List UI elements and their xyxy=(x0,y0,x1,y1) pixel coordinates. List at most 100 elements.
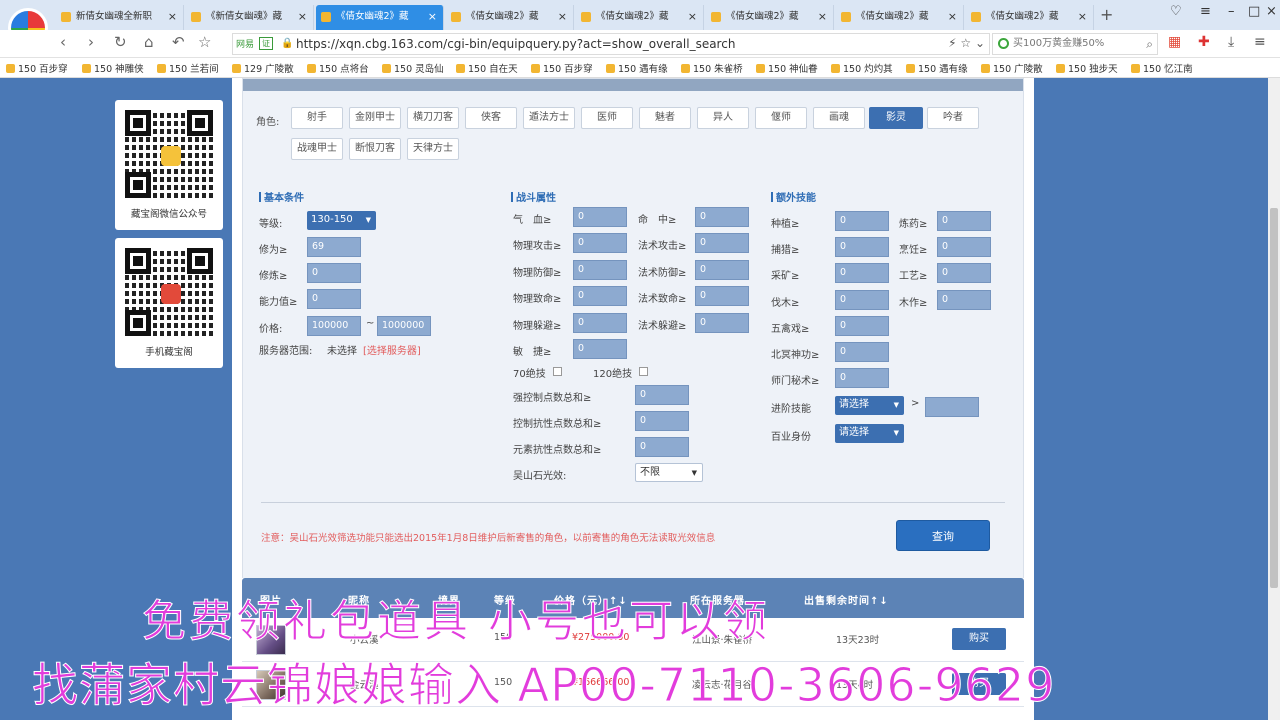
jinjie-select[interactable]: 请选择 ▼ xyxy=(835,396,904,415)
tab-3[interactable]: 《倩女幽魂2》藏 × xyxy=(446,5,574,30)
tab-7[interactable]: 《倩女幽魂2》藏 × xyxy=(966,5,1094,30)
buzhuo-input[interactable]: 0 xyxy=(835,237,889,257)
undo-icon[interactable]: ↶ xyxy=(172,33,185,51)
close-window-icon[interactable]: × xyxy=(1266,4,1277,19)
fazhi-input[interactable]: 0 xyxy=(695,286,749,306)
role-button[interactable]: 战魂甲士 xyxy=(291,138,343,160)
page-scrollbar[interactable] xyxy=(1268,78,1280,720)
tab-0[interactable]: 新倩女幽魂全新职 × xyxy=(56,5,184,30)
jueji120-checkbox[interactable] xyxy=(639,367,648,376)
role-button[interactable]: 天律方士 xyxy=(407,138,459,160)
bookmark-item[interactable]: 150 忆江南 xyxy=(1131,61,1193,75)
close-icon[interactable]: × xyxy=(818,5,827,29)
role-button[interactable]: 魅者 xyxy=(639,107,691,129)
zhongzhi-input[interactable]: 0 xyxy=(835,211,889,231)
close-icon[interactable]: × xyxy=(1078,5,1087,29)
close-icon[interactable]: × xyxy=(168,5,177,29)
pengren-input[interactable]: 0 xyxy=(937,237,991,257)
shimen-input[interactable]: 0 xyxy=(835,368,889,388)
dropdown-icon[interactable]: ⌄ xyxy=(975,36,985,50)
bookmark-item[interactable]: 150 自在天 xyxy=(456,61,518,75)
search-icon[interactable]: ⌕ xyxy=(1146,34,1153,54)
bookmark-item[interactable]: 150 灵岛仙 xyxy=(382,61,444,75)
qixue-input[interactable]: 0 xyxy=(573,207,627,227)
muzuo-input[interactable]: 0 xyxy=(937,290,991,310)
wugong-input[interactable]: 0 xyxy=(573,233,627,253)
bookmark-star-icon[interactable]: ☆ xyxy=(960,36,971,50)
game-icon[interactable]: ✚ xyxy=(1198,34,1210,50)
role-button[interactable]: 画魂 xyxy=(813,107,865,129)
tab-6[interactable]: 《倩女幽魂2》藏 × xyxy=(836,5,964,30)
jinjie-input[interactable] xyxy=(925,397,979,417)
tab-1[interactable]: 《新倩女幽魂》藏 × xyxy=(186,5,314,30)
scrollbar-thumb[interactable] xyxy=(1270,208,1278,588)
caikuang-input[interactable]: 0 xyxy=(835,263,889,283)
apps-icon[interactable]: ▦ xyxy=(1168,34,1181,50)
search-input[interactable]: 买100万黄金赚50% ⌕ xyxy=(992,33,1158,55)
level-select[interactable]: 130-150 ▼ xyxy=(307,211,376,230)
tab-2[interactable]: 《倩女幽魂2》藏 × xyxy=(316,5,444,30)
bookmark-item[interactable]: 150 灼灼其 xyxy=(831,61,893,75)
role-button[interactable]: 吟者 xyxy=(927,107,979,129)
role-button[interactable]: 遁法方士 xyxy=(523,107,575,129)
role-button[interactable]: 射手 xyxy=(291,107,343,129)
bookmark-item[interactable]: 150 点将台 xyxy=(307,61,369,75)
maximize-icon[interactable]: □ xyxy=(1248,4,1260,19)
bookmark-item[interactable]: 129 广陵散 xyxy=(232,61,294,75)
xiuwei-input[interactable]: 69 xyxy=(307,237,361,257)
more-icon[interactable]: ≡ xyxy=(1254,34,1266,50)
role-button[interactable]: 横刀刀客 xyxy=(407,107,459,129)
buy-button[interactable]: 购买 xyxy=(952,628,1006,650)
lianyao-input[interactable]: 0 xyxy=(937,211,991,231)
select-server-link[interactable]: [选择服务器] xyxy=(363,342,421,357)
close-icon[interactable]: × xyxy=(558,5,567,29)
baiye-select[interactable]: 请选择 ▼ xyxy=(835,424,904,443)
close-icon[interactable]: × xyxy=(688,5,697,29)
role-button[interactable]: 异人 xyxy=(697,107,749,129)
forward-icon[interactable]: › xyxy=(88,33,94,51)
back-icon[interactable]: ‹ xyxy=(60,33,66,51)
gongyi-input[interactable]: 0 xyxy=(937,263,991,283)
jueji70-checkbox[interactable] xyxy=(553,367,562,376)
url-text[interactable]: https://xqn.cbg.163.com/cgi-bin/equipque… xyxy=(296,37,735,51)
yuansu-input[interactable]: 0 xyxy=(635,437,689,457)
xiulian-input[interactable]: 0 xyxy=(307,263,361,283)
query-button[interactable]: 查询 xyxy=(896,520,990,551)
col-time[interactable]: 出售剩余时间↑↓ xyxy=(804,592,889,607)
star-icon[interactable]: ☆ xyxy=(198,33,211,51)
tab-4[interactable]: 《倩女幽魂2》藏 × xyxy=(576,5,704,30)
role-button[interactable]: 金刚甲士 xyxy=(349,107,401,129)
mingzhong-input[interactable]: 0 xyxy=(695,207,749,227)
wuzhi-input[interactable]: 0 xyxy=(573,286,627,306)
bookmark-item[interactable]: 150 神雕侠 xyxy=(82,61,144,75)
faduo-input[interactable]: 0 xyxy=(695,313,749,333)
minimize-icon[interactable]: – xyxy=(1228,4,1235,19)
role-button[interactable]: 医师 xyxy=(581,107,633,129)
role-button[interactable]: 侠客 xyxy=(465,107,517,129)
menu-icon[interactable]: ≡ xyxy=(1200,4,1211,19)
qiangkong-input[interactable]: 0 xyxy=(635,385,689,405)
new-tab-icon[interactable]: + xyxy=(1100,5,1113,24)
wuqinxi-input[interactable]: 0 xyxy=(835,316,889,336)
bookmark-item[interactable]: 150 百步穿 xyxy=(6,61,68,75)
bookmark-item[interactable]: 150 兰若间 xyxy=(157,61,219,75)
skin-icon[interactable]: ♡ xyxy=(1170,4,1182,19)
kongkang-input[interactable]: 0 xyxy=(635,411,689,431)
download-icon[interactable]: ⤓ xyxy=(1228,34,1234,50)
fagong-input[interactable]: 0 xyxy=(695,233,749,253)
bookmark-item[interactable]: 150 遇有缘 xyxy=(606,61,668,75)
price-min-input[interactable]: 100000 xyxy=(307,316,361,336)
reload-icon[interactable]: ↻ xyxy=(114,33,127,51)
role-button[interactable]: 影灵 xyxy=(869,107,923,129)
home-icon[interactable]: ⌂ xyxy=(144,33,154,51)
wufang-input[interactable]: 0 xyxy=(573,260,627,280)
role-button[interactable]: 断恨刀客 xyxy=(349,138,401,160)
famu-input[interactable]: 0 xyxy=(835,290,889,310)
ability-input[interactable]: 0 xyxy=(307,289,361,309)
bookmark-item[interactable]: 150 独步天 xyxy=(1056,61,1118,75)
wushan-select[interactable]: 不限 ▼ xyxy=(635,463,703,482)
address-bar[interactable]: 网易 证 🔒 https://xqn.cbg.163.com/cgi-bin/e… xyxy=(232,33,990,55)
lightning-icon[interactable]: ⚡ xyxy=(948,36,956,50)
bookmark-item[interactable]: 150 神仙眷 xyxy=(756,61,818,75)
bookmark-item[interactable]: 150 遇有缘 xyxy=(906,61,968,75)
